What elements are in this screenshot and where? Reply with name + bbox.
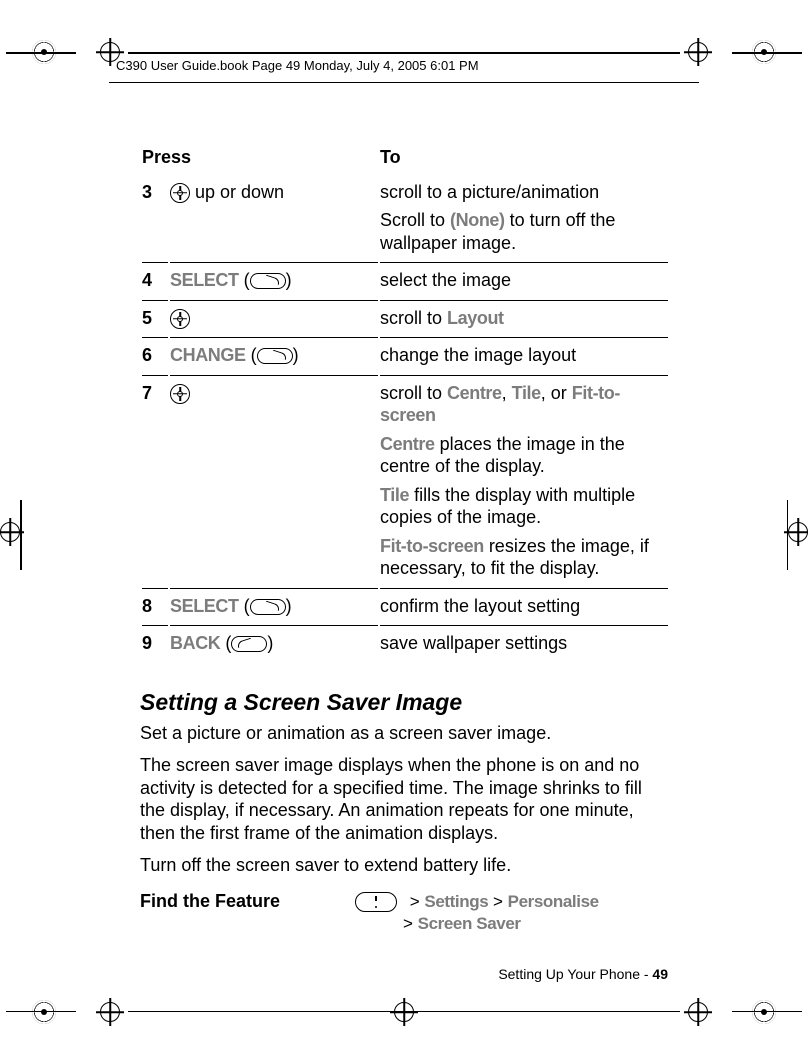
nav-key-icon bbox=[170, 309, 190, 329]
registration-mark bbox=[390, 998, 418, 1026]
step-to: scroll to Layout bbox=[380, 300, 668, 336]
footer-text: Setting Up Your Phone - bbox=[498, 966, 652, 982]
step-to: confirm the layout setting bbox=[380, 588, 668, 624]
ui-label-settings: Settings bbox=[424, 892, 488, 911]
page-content: Press To 3 up or down scroll to a pictur… bbox=[140, 140, 670, 936]
body-paragraph: The screen saver image displays when the… bbox=[140, 754, 670, 844]
step-number: 6 bbox=[142, 337, 168, 373]
step-press bbox=[170, 300, 378, 336]
step-press: BACK () bbox=[170, 625, 378, 661]
ui-label-change: CHANGE bbox=[170, 345, 246, 365]
body-paragraph: Turn off the screen saver to extend batt… bbox=[140, 854, 670, 877]
step-number: 8 bbox=[142, 588, 168, 624]
right-softkey-icon bbox=[250, 273, 286, 289]
to-line: Fit-to-screen resizes the image, if nece… bbox=[380, 535, 668, 580]
menu-key-icon bbox=[355, 892, 397, 912]
to-line: Centre places the image in the centre of… bbox=[380, 433, 668, 478]
text: scroll to bbox=[380, 383, 447, 403]
registration-mark bbox=[684, 998, 712, 1026]
crop-tick bbox=[20, 500, 22, 570]
crop-tick bbox=[732, 52, 802, 54]
right-softkey-icon bbox=[250, 599, 286, 615]
crop-tick bbox=[732, 1011, 802, 1013]
text: scroll to bbox=[380, 308, 447, 328]
step-number: 9 bbox=[142, 625, 168, 661]
step-to: scroll to a picture/animation Scroll to … bbox=[380, 175, 668, 261]
steps-table: Press To 3 up or down scroll to a pictur… bbox=[140, 140, 670, 663]
registration-mark bbox=[684, 38, 712, 66]
step-number: 5 bbox=[142, 300, 168, 336]
press-text: up or down bbox=[190, 182, 284, 202]
step-number: 7 bbox=[142, 375, 168, 586]
text: > bbox=[403, 914, 418, 933]
text: , bbox=[502, 383, 512, 403]
step-press: up or down bbox=[170, 175, 378, 261]
find-the-feature: Find the Feature > Settings > Personalis… bbox=[140, 891, 670, 937]
step-press: CHANGE () bbox=[170, 337, 378, 373]
to-line: Scroll to (None) to turn off the wallpap… bbox=[380, 209, 668, 254]
section-heading: Setting a Screen Saver Image bbox=[140, 689, 670, 716]
to-line: scroll to a picture/animation bbox=[380, 181, 668, 204]
crop-tick bbox=[787, 500, 789, 570]
step-to: save wallpaper settings bbox=[380, 625, 668, 661]
nav-key-icon bbox=[170, 183, 190, 203]
ui-label-back: BACK bbox=[170, 633, 220, 653]
crop-dot-br bbox=[752, 1000, 776, 1024]
step-press bbox=[170, 375, 378, 586]
page-footer: Setting Up Your Phone - 49 bbox=[498, 966, 668, 982]
ui-label-screen-saver: Screen Saver bbox=[418, 914, 521, 933]
page-number: 49 bbox=[652, 966, 668, 982]
to-line: scroll to Centre, Tile, or Fit-to-screen bbox=[380, 382, 668, 427]
frame-line-bottom bbox=[128, 1011, 680, 1013]
to-line: Tile fills the display with multiple cop… bbox=[380, 484, 668, 529]
find-path-block: > Settings > Personalise > Screen Saver bbox=[355, 891, 599, 937]
step-to: scroll to Centre, Tile, or Fit-to-screen… bbox=[380, 375, 668, 586]
registration-mark bbox=[96, 998, 124, 1026]
text: Scroll to bbox=[380, 210, 450, 230]
ui-label-fit-to-screen: Fit-to-screen bbox=[380, 536, 484, 556]
text: , or bbox=[541, 383, 572, 403]
ui-label-select: SELECT bbox=[170, 596, 239, 616]
text: > bbox=[488, 892, 507, 911]
step-press: SELECT () bbox=[170, 588, 378, 624]
body-paragraph: Set a picture or animation as a screen s… bbox=[140, 722, 670, 745]
text: > bbox=[410, 892, 425, 911]
ui-label-centre: Centre bbox=[380, 434, 435, 454]
step-number: 3 bbox=[142, 175, 168, 261]
source-file-header: C390 User Guide.book Page 49 Monday, Jul… bbox=[116, 58, 479, 73]
ui-label-select: SELECT bbox=[170, 270, 239, 290]
ui-label-centre: Centre bbox=[447, 383, 502, 403]
ui-label-layout: Layout bbox=[447, 308, 504, 328]
step-to: change the image layout bbox=[380, 337, 668, 373]
ui-label-none: (None) bbox=[450, 210, 505, 230]
header-rule bbox=[109, 82, 699, 83]
ui-label-tile: Tile bbox=[512, 383, 541, 403]
step-press: SELECT () bbox=[170, 262, 378, 298]
crop-dot-bl bbox=[32, 1000, 56, 1024]
step-to: select the image bbox=[380, 262, 668, 298]
right-softkey-icon bbox=[257, 348, 293, 364]
text: fills the display with multiple copies o… bbox=[380, 485, 635, 528]
frame-line-top bbox=[128, 52, 680, 54]
find-label: Find the Feature bbox=[140, 891, 355, 912]
left-softkey-icon bbox=[231, 636, 267, 652]
nav-key-icon bbox=[170, 384, 190, 404]
col-header-to: To bbox=[380, 142, 668, 173]
ui-label-tile: Tile bbox=[380, 485, 409, 505]
step-number: 4 bbox=[142, 262, 168, 298]
ui-label-personalise: Personalise bbox=[508, 892, 599, 911]
col-header-press: Press bbox=[142, 142, 378, 173]
